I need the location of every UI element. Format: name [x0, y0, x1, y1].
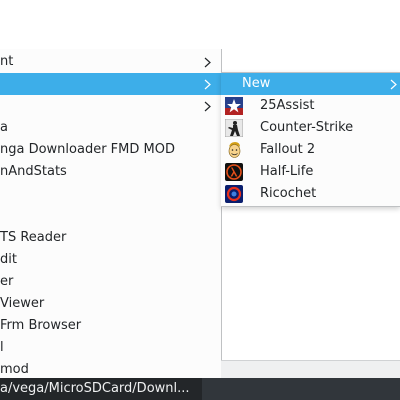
assist-star-icon — [225, 97, 243, 115]
submenu-item-counter-strike[interactable]: Counter-Strike — [221, 117, 400, 139]
submenu-item-label: Fallout 2 — [260, 142, 316, 157]
status-bar: a/vega/MicroSDCard/Downl... — [0, 378, 400, 400]
submenu-item-label: Ricochet — [260, 186, 317, 201]
menu-item-12[interactable]: Viewer — [0, 293, 221, 315]
menu-item-3[interactable] — [0, 95, 221, 117]
submenu-item-fallout-2[interactable]: Fallout 2 — [221, 139, 400, 161]
chevron-right-icon — [390, 73, 400, 95]
submenu-header-label: New — [242, 76, 271, 91]
menu-item-5[interactable]: nga Downloader FMD MOD — [0, 139, 221, 161]
menu-item-label: l — [0, 340, 4, 355]
menu-item-label: TS Reader — [0, 230, 67, 245]
submenu-item-label: 25Assist — [260, 98, 315, 113]
context-menu: nt a nga Downloader FMD MOD nAndStats TS… — [0, 49, 222, 379]
menu-item-7[interactable] — [0, 183, 221, 205]
menu-item-9[interactable]: TS Reader — [0, 227, 221, 249]
submenu-item-ricochet[interactable]: Ricochet — [221, 183, 400, 205]
menu-item-label: dit — [0, 252, 17, 267]
menu-item-label: Viewer — [0, 296, 45, 311]
chevron-right-icon — [202, 95, 212, 117]
menu-item-11[interactable]: er — [0, 271, 221, 293]
submenu-item-new[interactable]: New — [221, 73, 400, 95]
menu-item-4[interactable]: a — [0, 117, 221, 139]
menu-item-label: er — [0, 274, 14, 289]
menu-item-8[interactable] — [0, 205, 221, 227]
menu-item-label: nga Downloader FMD MOD — [0, 142, 175, 157]
menu-item-14[interactable]: l — [0, 337, 221, 359]
menu-item-label: Frm Browser — [0, 318, 82, 333]
menu-item-6[interactable]: nAndStats — [0, 161, 221, 183]
chevron-right-icon — [202, 51, 212, 73]
menu-item-10[interactable]: dit — [0, 249, 221, 271]
submenu-item-half-life[interactable]: Half-Life — [221, 161, 400, 183]
menu-item-label: nAndStats — [0, 164, 67, 179]
chevron-right-icon — [202, 73, 212, 95]
menu-item-1[interactable]: nt — [0, 51, 221, 73]
background-panel — [221, 360, 400, 379]
submenu-item-label: Half-Life — [260, 164, 314, 179]
menu-item-label: nt — [0, 54, 14, 69]
half-life-lambda-icon — [225, 163, 243, 181]
submenu-item-25assist[interactable]: 25Assist — [221, 95, 400, 117]
counter-strike-icon — [224, 118, 244, 138]
menu-item-2[interactable] — [0, 73, 221, 95]
menu-item-label: a — [0, 120, 8, 135]
vault-boy-icon — [225, 141, 243, 159]
menu-item-13[interactable]: Frm Browser — [0, 315, 221, 337]
new-submenu: New 25Assist Counter-Strike Fallout 2 Ha… — [221, 72, 400, 207]
ricochet-icon — [225, 185, 243, 203]
file-path-label: a/vega/MicroSDCard/Downl... — [0, 378, 202, 400]
submenu-item-label: Counter-Strike — [260, 120, 354, 135]
